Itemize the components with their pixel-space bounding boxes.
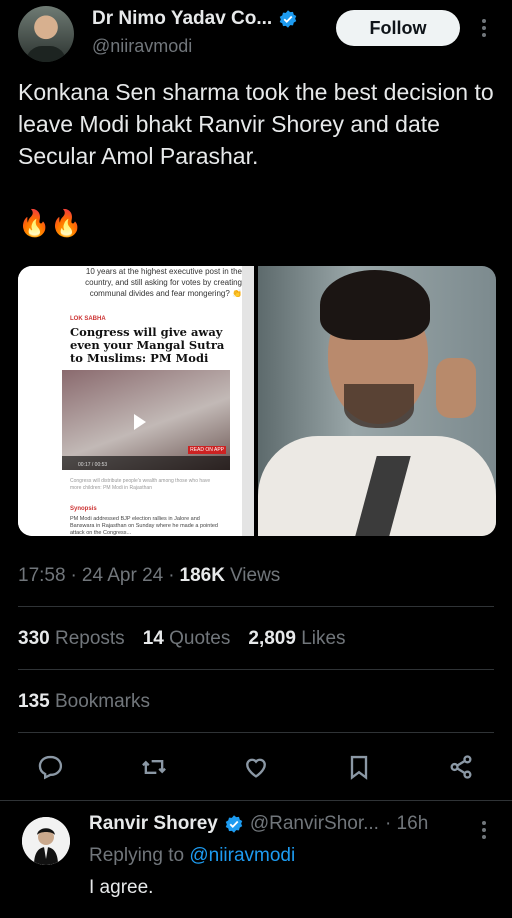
reply-avatar[interactable] <box>22 817 70 865</box>
author-handle[interactable]: @niiravmodi <box>92 36 192 57</box>
like-icon[interactable] <box>241 752 271 782</box>
follow-button[interactable]: Follow <box>336 10 460 46</box>
bookmark-icon[interactable] <box>344 752 374 782</box>
author-name[interactable]: Dr Nimo Yadav Co... <box>92 8 272 30</box>
reply-author-name[interactable]: Ranvir Shorey <box>89 813 218 835</box>
quotes-stat[interactable]: 14 Quotes <box>143 628 231 650</box>
verified-badge-icon <box>225 815 243 833</box>
divider <box>18 732 494 733</box>
tweet-emoji: 🔥🔥 <box>18 208 83 238</box>
reply-author-handle[interactable]: @RanvirShor... <box>250 813 379 835</box>
tweet-meta: 17:58 · 24 Apr 24 · 186K Views <box>18 565 281 587</box>
replying-to-link[interactable]: @niiravmodi <box>189 845 295 866</box>
tweet-text: Konkana Sen sharma took the best decisio… <box>18 79 501 169</box>
portrait-photo-image[interactable] <box>258 266 496 536</box>
reply-text: I agree. <box>89 877 154 898</box>
author-avatar[interactable] <box>18 6 74 62</box>
views-count: 186K <box>179 565 225 586</box>
divider <box>18 606 494 607</box>
author-name-row[interactable]: Dr Nimo Yadav Co... <box>92 8 298 30</box>
views-label: Views <box>229 565 281 586</box>
replying-to: Replying to @niiravmodi <box>89 845 296 866</box>
reposts-stat[interactable]: 330 Reposts <box>18 628 125 650</box>
news-headline: Congress will give away even your Mangal… <box>70 325 225 365</box>
read-on-app-badge: READ ON APP <box>188 446 226 454</box>
video-time: 00:17 / 00:53 <box>78 462 108 468</box>
reply-time[interactable]: · 16h <box>385 813 428 835</box>
play-icon <box>134 414 146 430</box>
news-section-label: LOK SABHA <box>70 316 106 322</box>
more-options-icon[interactable] <box>476 14 492 42</box>
likes-stat[interactable]: 2,809 Likes <box>248 628 345 650</box>
share-icon[interactable] <box>446 752 476 782</box>
reply-icon[interactable] <box>36 752 66 782</box>
action-bar <box>36 752 476 782</box>
tweet-stats: 330 Reposts 14 Quotes 2,809 Likes <box>18 628 346 650</box>
synopsis-text: PM Modi addressed BJP election rallies i… <box>70 516 218 536</box>
news-screenshot-image[interactable]: 10 years at the highest executive post i… <box>18 266 254 536</box>
divider <box>0 800 512 801</box>
reply-header: Ranvir Shorey @RanvirShor... · 16h <box>89 813 428 835</box>
divider <box>18 669 494 670</box>
news-snippet: 10 years at the highest executive post i… <box>85 267 242 298</box>
tweet-time[interactable]: 17:58 <box>18 565 66 587</box>
repost-icon[interactable] <box>139 752 169 782</box>
bookmarks-stat[interactable]: 135 Bookmarks <box>18 691 150 713</box>
verified-badge-icon <box>279 10 297 28</box>
news-caption: Congress will distribute people's wealth… <box>70 478 211 491</box>
more-options-icon[interactable] <box>476 818 492 842</box>
synopsis-label: Synopsis <box>70 506 97 512</box>
news-video-thumbnail: READ ON APP 00:17 / 00:53 <box>62 370 230 470</box>
tweet-media[interactable]: 10 years at the highest executive post i… <box>18 266 496 536</box>
tweet-date[interactable]: 24 Apr 24 <box>82 565 163 587</box>
